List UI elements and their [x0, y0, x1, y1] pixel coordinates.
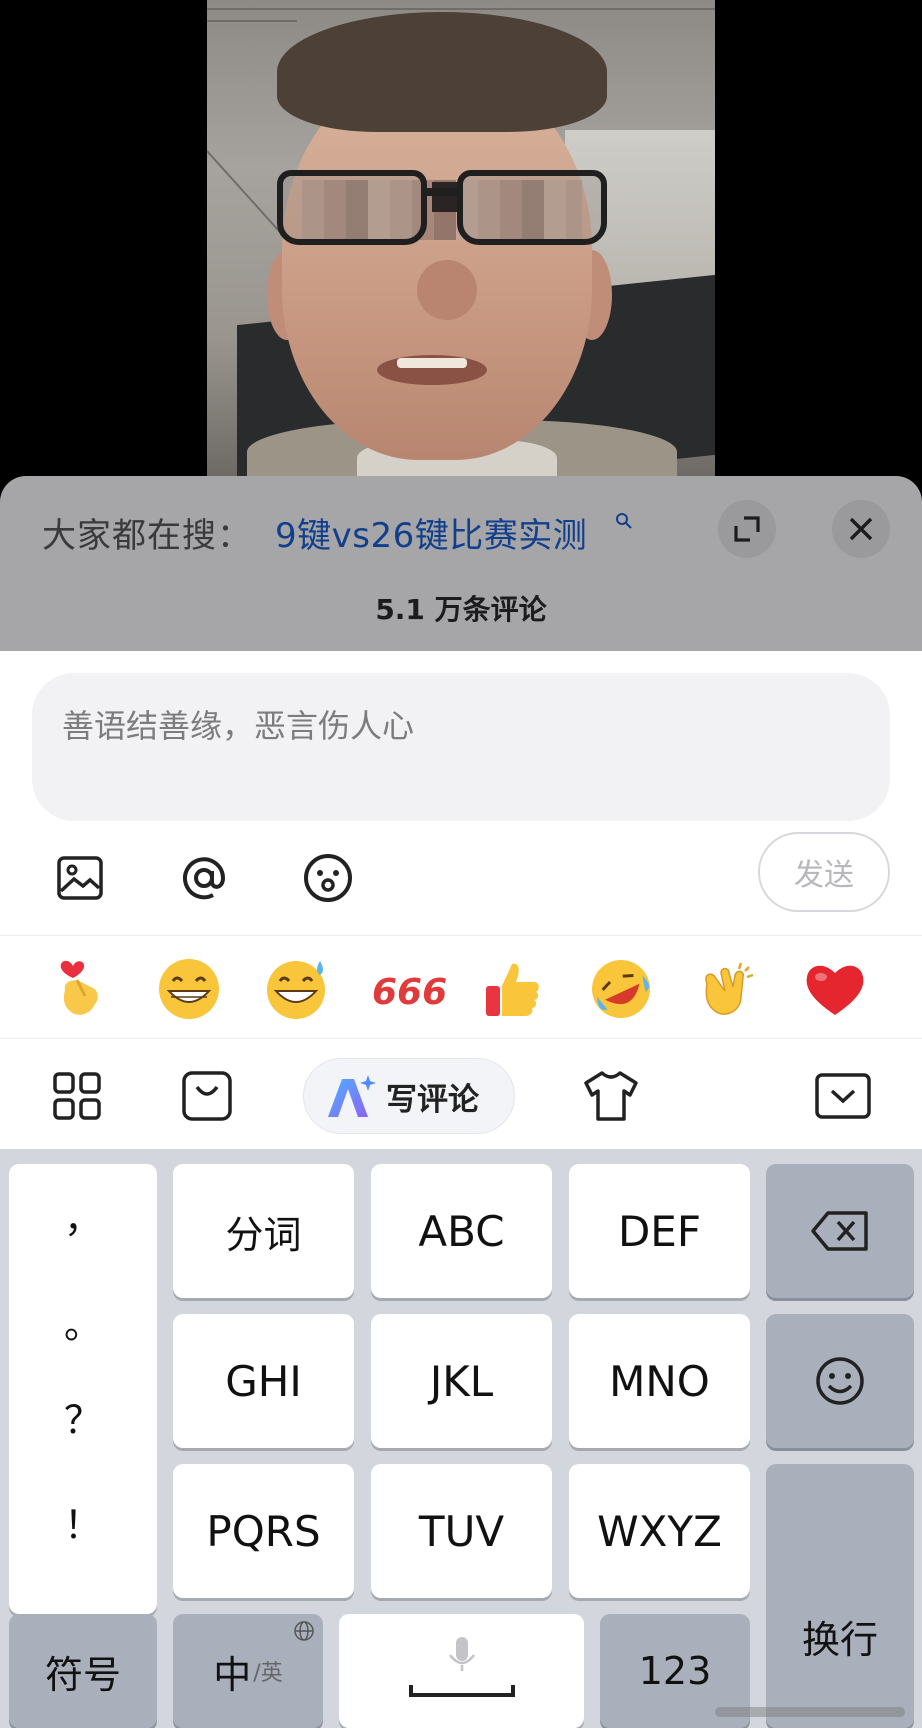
sweat-grin-emoji[interactable]: [264, 956, 330, 1022]
punctuation-column[interactable]: ， 。 ？ ！: [9, 1164, 157, 1614]
emoji-button[interactable]: [300, 850, 356, 906]
keyboard-toolbar: 写评论: [0, 1039, 922, 1149]
search-icon[interactable]: [615, 512, 633, 530]
666-emoji-text: 666: [372, 972, 447, 1013]
lang-sub-label: /英: [253, 1661, 283, 1686]
at-icon: [183, 857, 226, 900]
enter-key[interactable]: 换行: [766, 1464, 914, 1728]
ceiling-line: [207, 150, 289, 241]
key-jkl[interactable]: JKL: [371, 1314, 552, 1448]
emoji-key[interactable]: [766, 1314, 914, 1448]
punct-question-key[interactable]: ？: [9, 1389, 157, 1444]
key-wxyz[interactable]: WXYZ: [569, 1464, 750, 1598]
backspace-icon: [811, 1211, 868, 1251]
mention-button[interactable]: [176, 850, 232, 906]
search-suggestion-link[interactable]: 9键vs26键比赛实测: [275, 508, 587, 557]
space-key[interactable]: [339, 1614, 584, 1728]
smiley-icon: [304, 854, 352, 902]
image-icon: [57, 856, 103, 900]
hide-keyboard-button[interactable]: [814, 1067, 872, 1125]
write-comment-button[interactable]: 写评论: [303, 1058, 515, 1134]
rolling-laugh-emoji[interactable]: [588, 956, 654, 1022]
video-frame: [207, 0, 715, 480]
key-mno[interactable]: MNO: [569, 1314, 750, 1448]
grid-icon: [53, 1072, 101, 1120]
grin-emoji[interactable]: [156, 956, 222, 1022]
comment-input-panel: 发送: [0, 651, 922, 936]
nine-key-keyboard: ， 。 ？ ！ 分词 ABC DEF GHI JKL MNO PQRS TUV …: [0, 1149, 922, 1728]
keyboard-collapse-icon: [815, 1073, 871, 1119]
key-pqrs[interactable]: PQRS: [173, 1464, 354, 1598]
finger-heart-emoji[interactable]: [48, 956, 114, 1022]
comment-sheet-header: 大家都在搜： 9键vs26键比赛实测 5.1 万条评论: [0, 476, 922, 651]
ai-write-icon: [328, 1075, 376, 1117]
smiley-icon: [816, 1357, 864, 1405]
clipboard-button[interactable]: [178, 1067, 236, 1125]
close-button[interactable]: [832, 500, 890, 558]
comment-count: 5.1 万条评论: [375, 593, 547, 626]
microphone-icon: [408, 1637, 515, 1697]
punct-exclaim-key[interactable]: ！: [9, 1494, 157, 1549]
image-button[interactable]: [52, 850, 108, 906]
language-switch-key[interactable]: 中/英: [173, 1614, 323, 1728]
skin-button[interactable]: [582, 1067, 640, 1125]
comment-input[interactable]: [32, 673, 890, 821]
glasses: [277, 170, 607, 250]
666-emoji[interactable]: 666: [368, 956, 448, 1022]
nose: [417, 260, 477, 320]
clap-emoji[interactable]: [694, 956, 760, 1022]
shopping-bag-icon: [182, 1071, 232, 1121]
tshirt-icon: [584, 1071, 638, 1121]
key-fenci[interactable]: 分词: [173, 1164, 354, 1298]
thumbs-up-emoji[interactable]: [480, 956, 546, 1022]
search-suggestion-prefix: 大家都在搜：: [42, 516, 252, 556]
key-tuv[interactable]: TUV: [371, 1464, 552, 1598]
expand-button[interactable]: [718, 500, 776, 558]
backspace-key[interactable]: [766, 1164, 914, 1298]
close-icon: [849, 517, 873, 541]
write-comment-label: 写评论: [386, 1081, 479, 1118]
hair: [277, 12, 607, 132]
teeth: [397, 358, 467, 368]
expand-icon: [734, 516, 760, 542]
red-heart-emoji[interactable]: [802, 956, 868, 1022]
globe-icon: [294, 1621, 314, 1641]
send-button[interactable]: 发送: [758, 832, 890, 912]
key-ghi[interactable]: GHI: [173, 1314, 354, 1448]
symbols-key[interactable]: 符号: [9, 1614, 157, 1728]
key-abc[interactable]: ABC: [371, 1164, 552, 1298]
quick-emoji-row: 666: [0, 935, 922, 1039]
punct-comma-key[interactable]: ，: [9, 1188, 157, 1243]
keyboard-menu-button[interactable]: [48, 1067, 106, 1125]
key-def[interactable]: DEF: [569, 1164, 750, 1298]
ceiling-line: [207, 8, 715, 10]
lang-main-label: 中: [213, 1652, 252, 1697]
punct-period-key[interactable]: 。: [9, 1294, 157, 1349]
video-player[interactable]: [0, 0, 922, 480]
home-indicator[interactable]: [715, 1707, 905, 1717]
ceiling-line: [207, 20, 297, 22]
